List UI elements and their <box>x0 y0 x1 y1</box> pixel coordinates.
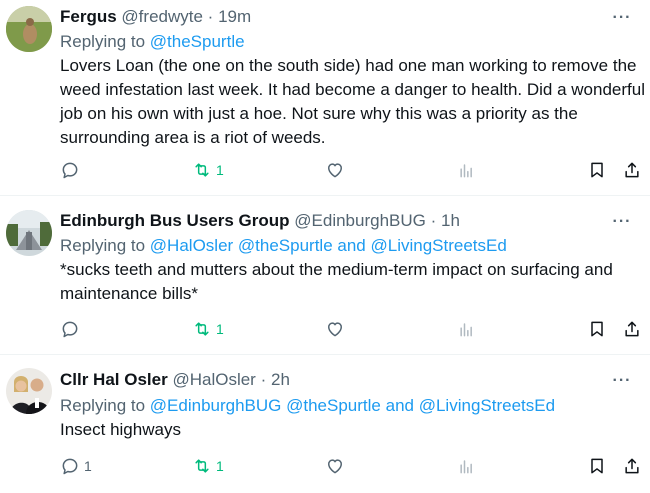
mention-link[interactable]: @theSpurtle <box>150 32 245 51</box>
bookmark-icon <box>591 321 603 337</box>
replying-to-label: Replying to <box>60 236 146 255</box>
reply-button[interactable] <box>60 158 84 182</box>
like-button[interactable] <box>325 454 349 478</box>
heart-icon <box>328 322 342 337</box>
bookmark-icon <box>591 458 603 474</box>
tweet[interactable]: Edinburgh Bus Users Group @EdinburghBUG … <box>0 196 650 354</box>
replying-to-line: Replying to @HalOsler @theSpurtle and @L… <box>60 234 507 258</box>
tweet-text: Lovers Loan (the one on the south side) … <box>60 56 645 147</box>
separator-dot: · <box>260 370 267 389</box>
retweet-count: 1 <box>216 162 224 178</box>
bookmark-button[interactable] <box>587 158 607 182</box>
timestamp[interactable]: 2h <box>271 370 290 389</box>
tweet-header: Edinburgh Bus Users Group @EdinburghBUG … <box>60 209 460 233</box>
display-name[interactable]: Cllr Hal Osler <box>60 370 168 389</box>
user-handle[interactable]: @EdinburghBUG <box>294 211 426 230</box>
avatar[interactable] <box>6 6 52 52</box>
more-icon[interactable]: ··· <box>612 10 632 32</box>
retweet-icon <box>195 163 209 177</box>
tweet-header: Fergus @fredwyte · 19m <box>60 5 251 29</box>
user-handle[interactable]: @fredwyte <box>121 7 203 26</box>
retweet-button[interactable]: 1 <box>192 454 224 478</box>
retweet-count: 1 <box>216 321 224 337</box>
like-button[interactable] <box>325 158 349 182</box>
mention-link[interactable]: @HalOsler @theSpurtle <box>150 236 333 255</box>
more-icon[interactable]: ··· <box>612 214 632 236</box>
timestamp[interactable]: 19m <box>218 7 251 26</box>
display-name[interactable]: Fergus <box>60 7 117 26</box>
mention-joiner: and <box>337 236 366 255</box>
replying-to-label: Replying to <box>60 32 146 51</box>
avatar[interactable] <box>6 368 52 414</box>
more-icon[interactable]: ··· <box>612 373 632 395</box>
replying-to-line: Replying to @EdinburghBUG @theSpurtle an… <box>60 394 555 418</box>
views-icon <box>460 164 472 178</box>
tweet-actions: 1 <box>60 317 650 341</box>
reply-icon <box>62 162 78 179</box>
share-icon <box>625 162 639 178</box>
mention-link[interactable]: @LivingStreetsEd <box>371 236 507 255</box>
share-button[interactable] <box>622 317 642 341</box>
retweet-icon <box>195 322 209 336</box>
replying-to-line: Replying to @theSpurtle <box>60 30 245 54</box>
bookmark-icon <box>591 162 603 178</box>
bookmark-button[interactable] <box>587 317 607 341</box>
reply-icon <box>62 458 78 475</box>
reply-button[interactable]: 1 <box>60 454 92 478</box>
retweet-icon <box>195 459 209 473</box>
display-name[interactable]: Edinburgh Bus Users Group <box>60 211 290 230</box>
tweet-text: *sucks teeth and mutters about the mediu… <box>60 260 613 303</box>
replying-to-label: Replying to <box>60 396 146 415</box>
tweet-actions: 1 1 <box>60 454 650 478</box>
reply-button[interactable] <box>60 317 84 341</box>
retweet-button[interactable]: 1 <box>192 317 224 341</box>
retweet-count: 1 <box>216 458 224 474</box>
tweet-actions: 1 <box>60 158 650 182</box>
separator-dot: · <box>207 7 214 26</box>
heart-icon <box>328 163 342 178</box>
heart-icon <box>328 459 342 474</box>
mention-link[interactable]: @EdinburghBUG @theSpurtle <box>150 396 381 415</box>
timestamp[interactable]: 1h <box>441 211 460 230</box>
tweet[interactable]: Cllr Hal Osler @HalOsler · 2h ··· Replyi… <box>0 355 650 493</box>
reply-count: 1 <box>84 458 92 474</box>
tweet-header: Cllr Hal Osler @HalOsler · 2h <box>60 368 290 392</box>
avatar[interactable] <box>6 210 52 256</box>
views-icon <box>460 323 472 337</box>
share-icon <box>625 458 639 474</box>
bookmark-button[interactable] <box>587 454 607 478</box>
mention-link[interactable]: @LivingStreetsEd <box>419 396 555 415</box>
tweet[interactable]: Fergus @fredwyte · 19m ··· Replying to @… <box>0 0 650 195</box>
share-button[interactable] <box>622 158 642 182</box>
views-button[interactable] <box>457 317 477 341</box>
like-button[interactable] <box>325 317 349 341</box>
views-button[interactable] <box>457 454 477 478</box>
mention-joiner: and <box>385 396 414 415</box>
retweet-button[interactable]: 1 <box>192 158 224 182</box>
separator-dot: · <box>430 211 437 230</box>
share-icon <box>625 321 639 337</box>
reply-icon <box>62 321 78 338</box>
views-button[interactable] <box>457 158 477 182</box>
tweet-text: Insect highways <box>60 420 181 439</box>
share-button[interactable] <box>622 454 642 478</box>
views-icon <box>460 460 472 474</box>
user-handle[interactable]: @HalOsler <box>172 370 255 389</box>
